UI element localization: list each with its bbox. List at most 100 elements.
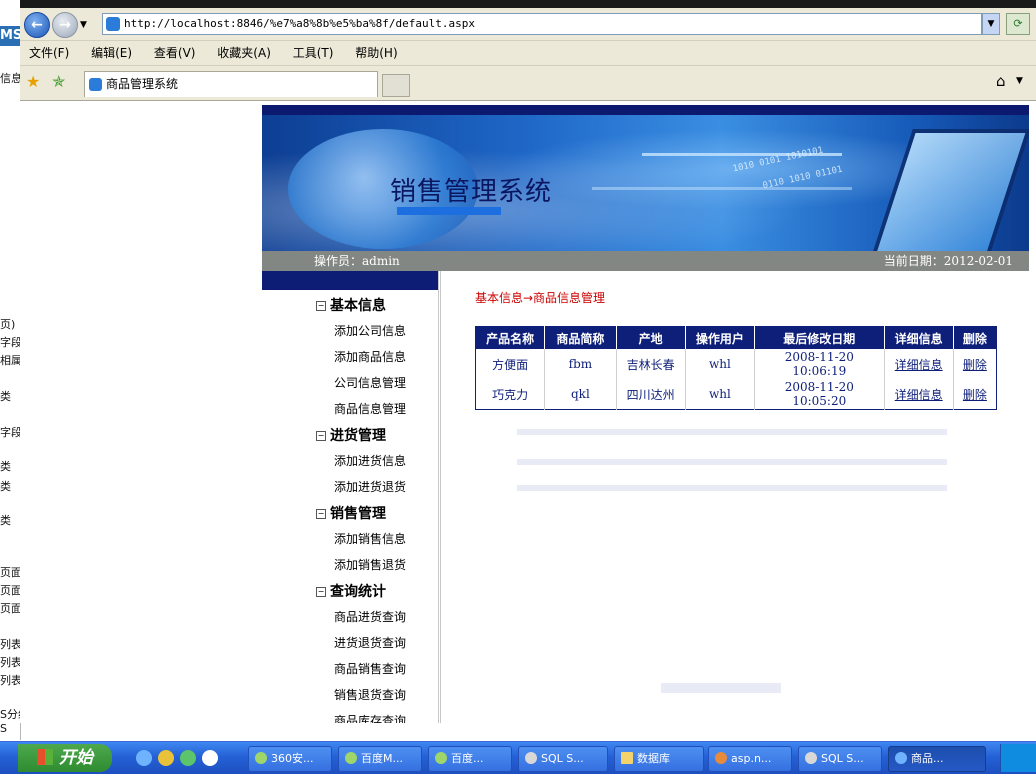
background-text: 列表 — [0, 674, 20, 687]
app-sql-icon — [805, 752, 817, 764]
collapse-icon: − — [316, 587, 326, 597]
column-header: 操作用户 — [685, 326, 756, 349]
quicklaunch-media-icon[interactable] — [202, 750, 218, 766]
sidebar-item-sales-return-query[interactable]: 销售退货查询 — [334, 686, 406, 703]
taskbar-button[interactable]: 数据库 — [614, 746, 704, 772]
back-button[interactable]: ← — [24, 12, 50, 38]
taskbar-button[interactable]: SQL S... — [798, 746, 882, 772]
url-dropdown-icon[interactable]: ▼ — [982, 13, 1000, 35]
menu-file[interactable]: 文件(F) — [29, 41, 69, 65]
banner-top-strip — [262, 105, 1029, 115]
detail-link[interactable]: 详细信息 — [895, 388, 943, 402]
sidebar-item-purchase-return-query[interactable]: 进货退货查询 — [334, 634, 406, 651]
refresh-button[interactable]: ⟳ — [1006, 13, 1030, 35]
taskbar-button[interactable]: 百度... — [428, 746, 512, 772]
menu-edit[interactable]: 编辑(E) — [91, 41, 132, 65]
taskbar-button-label: asp.n... — [731, 752, 772, 765]
sidebar-item-sales-query[interactable]: 商品销售查询 — [334, 660, 406, 677]
background-text: S — [0, 722, 7, 735]
url-text: http://localhost:8846/%e7%a8%8b%e5%ba%8f… — [124, 17, 475, 30]
background-text: 信息 — [0, 72, 20, 85]
group-query[interactable]: − 查询统计 — [316, 581, 386, 601]
collapse-icon: − — [316, 431, 326, 441]
group-purchase[interactable]: − 进货管理 — [316, 425, 386, 445]
sidebar-item-stock-query[interactable]: 商品库存查询 — [334, 712, 406, 723]
detail-link[interactable]: 详细信息 — [895, 358, 943, 372]
taskbar-button[interactable]: 百度M... — [338, 746, 422, 772]
system-tray — [1000, 744, 1036, 772]
background-text: 页面 — [0, 566, 20, 579]
cell-modified-date: 2008-11-20 10:05:20 — [754, 379, 885, 410]
cell-detail: 详细信息 — [884, 379, 954, 410]
delete-link[interactable]: 删除 — [963, 358, 987, 372]
sidebar-item-add-company[interactable]: 添加公司信息 — [334, 322, 406, 339]
menu-tools[interactable]: 工具(T) — [293, 41, 334, 65]
menu-favorites[interactable]: 收藏夹(A) — [217, 41, 271, 65]
arrow-right-icon: → — [59, 17, 71, 33]
background-text: 字段 — [0, 426, 20, 439]
sidebar-item-add-sale[interactable]: 添加销售信息 — [334, 530, 406, 547]
start-button[interactable]: 开始 — [18, 744, 112, 772]
cell-detail: 详细信息 — [884, 349, 954, 379]
forward-button[interactable]: → — [52, 12, 78, 38]
render-artifact — [517, 459, 947, 465]
taskbar-button-active[interactable]: 商品... — [888, 746, 986, 772]
background-text: 字段 — [0, 336, 20, 349]
banner-title-underline — [397, 207, 501, 215]
sidebar-item-purchase-query[interactable]: 商品进货查询 — [334, 608, 406, 625]
taskbar-button-label: 360安... — [271, 752, 314, 765]
product-table: 产品名称 商品简称 产地 操作用户 最后修改日期 详细信息 删除 方便面 fbm… — [475, 326, 997, 410]
taskbar-button-label: 百度M... — [361, 752, 403, 765]
table-row: 方便面 fbm 吉林长春 whl 2008-11-20 10:06:19 详细信… — [475, 349, 997, 379]
taskbar-button-label: 商品... — [911, 752, 944, 765]
taskbar-button[interactable]: 360安... — [248, 746, 332, 772]
background-text: 类 — [0, 460, 11, 473]
cell-modified-date: 2008-11-20 10:06:19 — [754, 349, 885, 379]
banner-light-line — [592, 187, 852, 190]
sidebar-item-product-manage[interactable]: 商品信息管理 — [334, 400, 406, 417]
home-icon[interactable]: ⌂ — [996, 72, 1006, 90]
cell-delete: 删除 — [953, 349, 996, 379]
background-text: 页) — [0, 318, 16, 331]
background-text: 页面 — [0, 584, 20, 597]
favorites-star-icon[interactable]: ★ — [26, 73, 40, 91]
arrow-left-icon: ← — [31, 17, 43, 33]
app-baidu-icon — [345, 752, 357, 764]
menu-view[interactable]: 查看(V) — [154, 41, 196, 65]
sidebar-item-company-manage[interactable]: 公司信息管理 — [334, 374, 406, 391]
group-sales[interactable]: − 销售管理 — [316, 503, 386, 523]
group-title: 进货管理 — [330, 428, 386, 444]
taskbar-button-label: SQL S... — [541, 752, 584, 765]
taskbar-button[interactable]: SQL S... — [518, 746, 608, 772]
group-title: 销售管理 — [330, 506, 386, 522]
cell-product-name: 巧克力 — [475, 379, 546, 410]
sidebar-item-add-purchase[interactable]: 添加进货信息 — [334, 452, 406, 469]
column-header: 最后修改日期 — [754, 326, 885, 349]
ie-icon — [895, 752, 907, 764]
group-basic-info[interactable]: − 基本信息 — [316, 295, 386, 315]
sidebar-item-add-purchase-return[interactable]: 添加进货退货 — [334, 478, 406, 495]
taskbar-button-label: SQL S... — [821, 752, 864, 765]
sidebar-item-add-product[interactable]: 添加商品信息 — [334, 348, 406, 365]
home-dropdown-icon[interactable]: ▼ — [1016, 76, 1023, 86]
history-dropdown-icon[interactable]: ▼ — [80, 20, 87, 30]
tab-current[interactable]: 商品管理系统 — [84, 71, 378, 97]
new-tab-button[interactable] — [382, 74, 410, 97]
taskbar-button[interactable]: asp.n... — [708, 746, 792, 772]
quicklaunch-browser-icon[interactable] — [158, 750, 174, 766]
sidebar-item-add-sale-return[interactable]: 添加销售退货 — [334, 556, 406, 573]
column-header: 产地 — [616, 326, 686, 349]
main-area: 基本信息→商品信息管理 产品名称 商品简称 产地 操作用户 最后修改日期 详细信… — [440, 271, 1030, 723]
delete-link[interactable]: 删除 — [963, 388, 987, 402]
collapse-icon: − — [316, 509, 326, 519]
url-field[interactable]: http://localhost:8846/%e7%a8%8b%e5%ba%8f… — [102, 13, 982, 35]
render-artifact — [517, 429, 947, 435]
cell-user: whl — [685, 379, 756, 410]
quicklaunch-desktop-icon[interactable] — [136, 750, 152, 766]
background-text: 列表 — [0, 656, 20, 669]
add-favorite-icon[interactable]: ✯ — [52, 73, 65, 91]
start-label: 开始 — [59, 748, 93, 768]
cell-short-name: fbm — [544, 349, 617, 379]
menu-help[interactable]: 帮助(H) — [355, 41, 397, 65]
quicklaunch-360-icon[interactable] — [180, 750, 196, 766]
